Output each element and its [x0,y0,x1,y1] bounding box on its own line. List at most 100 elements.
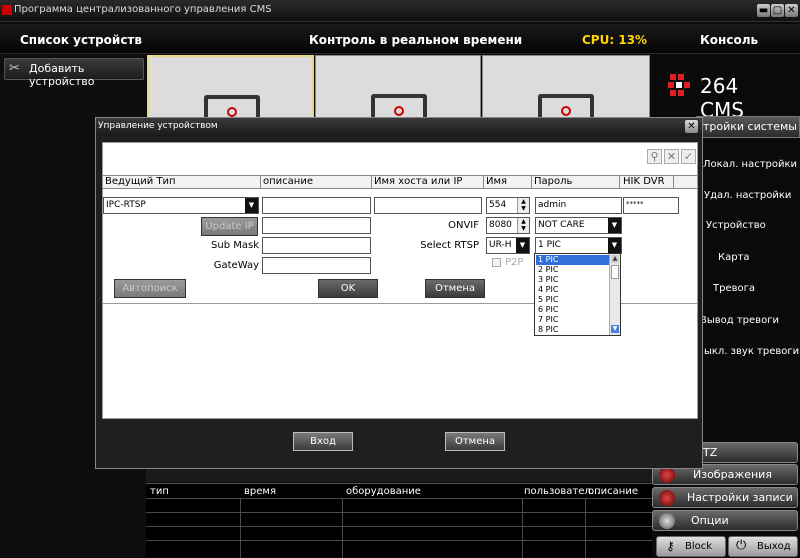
power-icon: ⏻ [736,538,747,553]
row-divider [146,526,652,527]
port-stepper[interactable]: 554 ▲ ▼ [486,197,530,214]
rtsp-value: UR-H [489,240,512,250]
main-header: Список устройств Контроль в реальном вре… [0,24,800,54]
device-type-value: IPC-RTSP [106,200,146,210]
menu-mute-alarm[interactable]: ыкл. звук тревоги [704,346,799,357]
col-main-type: Ведущий Тип [105,176,176,187]
menu-alarm-output[interactable]: Вывод тревоги [700,315,779,326]
col-divider [522,498,523,558]
options-button[interactable]: Опции [652,510,798,531]
host-field[interactable] [374,197,482,214]
pic-dropdown-list[interactable]: 1 PIC 2 PIC 3 PIC 4 PIC 5 PIC 6 PIC 7 PI… [534,253,621,336]
pic-option[interactable]: 1 PIC [536,255,610,265]
onvif-label: ONVIF [448,220,479,231]
col-description: описание [263,176,313,187]
no-signal-icon [561,106,571,116]
menu-device[interactable]: Устройство [706,220,766,231]
scroll-thumb[interactable] [611,265,619,279]
device-management-dialog: Управление устройством ✕ ⚲ ✕ ✓ Ведущий Т… [95,117,703,469]
onvif-port-value: 8080 [489,220,512,230]
password-field[interactable]: ***** [623,197,679,214]
port-value: 554 [489,200,507,210]
dialog-close-button[interactable]: ✕ [685,120,698,133]
username-field[interactable]: admin [535,197,622,214]
add-device-label: Добавить устройство [29,62,95,88]
update-ip-button[interactable]: Update IP [201,217,258,236]
dropdown-scrollbar[interactable]: ▲ ▼ [609,254,620,335]
pic-option[interactable]: 8 PIC [536,325,610,335]
pic-option[interactable]: 3 PIC [536,275,610,285]
tab-console[interactable]: Консоль [700,33,758,47]
spin-arrows-icon[interactable]: ▲ ▼ [517,218,529,233]
search-icon[interactable]: ⚲ [647,149,662,164]
scroll-down-icon[interactable]: ▼ [611,325,619,333]
system-settings-header[interactable]: тройки системы [696,116,800,138]
chevron-down-icon: ▼ [608,238,621,253]
rtsp-select[interactable]: UR-H ▼ [486,237,530,254]
record-settings-button[interactable]: Настройки записи [652,487,798,508]
col-type[interactable]: тип [150,486,169,497]
brand-name: 264 CMS [700,74,744,122]
col-divider [240,498,241,558]
video-tile-3[interactable] [482,55,650,124]
col-equipment[interactable]: оборудование [346,486,421,497]
tab-device-list[interactable]: Список устройств [20,33,142,47]
p2p-checkbox[interactable] [492,258,501,267]
menu-local-settings[interactable]: Локал. настройки [703,159,797,170]
row-divider [146,498,652,499]
pic-option[interactable]: 4 PIC [536,285,610,295]
record-settings-label: Настройки записи [687,491,793,504]
col-name: Имя [486,176,508,187]
pic-value: 1 PIC [538,240,561,250]
submask-field[interactable] [262,237,371,254]
pic-option[interactable]: 2 PIC [536,265,610,275]
confirm-icon[interactable]: ✓ [681,149,696,164]
cpu-indicator: CPU: 13% [582,33,648,47]
col-divider [342,498,343,558]
description-field[interactable] [262,197,371,214]
col-sep [673,176,674,189]
col-sep [619,176,620,189]
exit-button[interactable]: ⏻ Выход [728,536,798,557]
menu-alarm[interactable]: Тревога [713,283,755,294]
submask-label: Sub Mask [211,240,259,251]
close-button[interactable]: ✕ [785,4,798,17]
col-description[interactable]: описание [588,486,638,497]
exit-label: Выход [757,541,791,552]
onvif-mode-select[interactable]: NOT CARE ▼ [535,217,622,234]
gateway-field[interactable] [262,257,371,274]
key-icon: ⚷ [666,539,675,553]
brand-logo: 264 CMS [668,70,788,122]
ok-button[interactable]: OK [318,279,378,298]
login-button[interactable]: Вход [293,432,353,451]
events-table: тип время оборудование пользовател... оп… [146,483,652,558]
cancel-bottom-button[interactable]: Отмена [445,432,505,451]
col-hik-dvr: HIK DVR [623,176,665,187]
device-type-select[interactable]: IPC-RTSP ▼ [103,197,259,214]
video-tile-2[interactable] [315,55,481,124]
col-host: Имя хоста или IP [374,176,463,187]
block-button[interactable]: ⚷ Block [656,536,726,557]
delete-icon[interactable]: ✕ [664,149,679,164]
onvif-mode-value: NOT CARE [538,220,585,230]
onvif-port-stepper[interactable]: 8080 ▲ ▼ [486,217,530,234]
menu-map[interactable]: Карта [718,252,750,263]
scroll-up-icon[interactable]: ▲ [611,255,619,263]
maximize-button[interactable]: ▢ [771,4,784,17]
col-time[interactable]: время [244,486,276,497]
tab-realtime[interactable]: Контроль в реальном времени [309,33,522,47]
menu-remote-settings[interactable]: Удал. настройки [704,190,791,201]
pic-select[interactable]: 1 PIC ▼ [535,237,622,254]
pic-option[interactable]: 5 PIC [536,295,610,305]
spin-arrows-icon[interactable]: ▲ ▼ [517,198,529,213]
options-label: Опции [691,514,729,527]
pic-option[interactable]: 7 PIC [536,315,610,325]
autosearch-button[interactable]: Автопоиск [114,279,186,298]
ip-field[interactable] [262,217,371,234]
video-tile-1[interactable] [147,55,314,125]
record-icon [659,490,675,506]
add-device-button[interactable]: ✂ Добавить устройство [4,58,144,88]
pic-option[interactable]: 6 PIC [536,305,610,315]
minimize-button[interactable]: ▬ [757,4,770,17]
cancel-button[interactable]: Отмена [425,279,485,298]
